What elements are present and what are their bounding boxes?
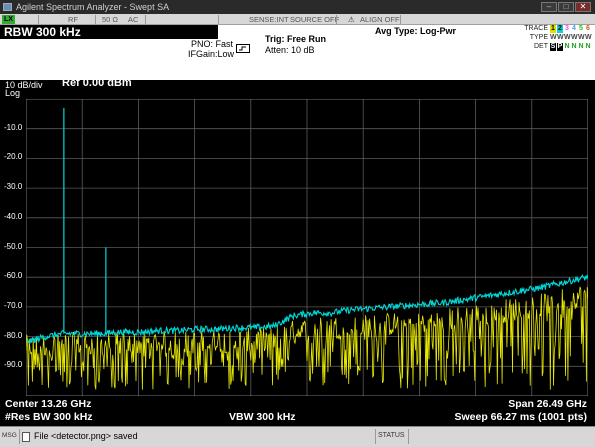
message-bar: MSG File <detector.png> saved STATUS (0, 426, 595, 447)
msg-label: MSG (2, 432, 17, 439)
source-label: SOURCE OFF (290, 15, 340, 24)
trace-type-4: W (571, 34, 578, 41)
video-bandwidth: VBW 300 kHz (229, 411, 296, 423)
trace-detector-4: N (571, 43, 577, 51)
trigger-icon (236, 40, 250, 53)
span: Span 26.49 GHz (508, 398, 587, 410)
trace-row-label: TRACE (524, 25, 548, 32)
trace-type-1: W (550, 34, 557, 41)
y-tick-label: -30.0 (4, 182, 23, 192)
res-bandwidth: #Res BW 300 kHz (5, 411, 93, 423)
y-tick-label: -70.0 (4, 300, 23, 310)
maximize-button[interactable]: □ (558, 2, 574, 12)
coupling-label: AC (128, 15, 139, 24)
trace-detector-5: N (578, 43, 584, 51)
rf-input-label: RF (68, 15, 78, 24)
minimize-button[interactable]: – (541, 2, 557, 12)
y-tick-label: -40.0 (4, 211, 23, 221)
lx-indicator: LX (2, 15, 15, 24)
y-tick-label: -20.0 (4, 152, 23, 162)
center-frequency: Center 13.26 GHz (5, 398, 92, 410)
attenuation-setting: Atten: 10 dB (265, 45, 315, 55)
y-tick-label: -50.0 (4, 241, 23, 251)
trace-type-3: W (564, 34, 571, 41)
trace-type-6: W (585, 34, 592, 41)
spectrum-plot[interactable] (25, 98, 589, 397)
status-label[interactable]: STATUS (378, 432, 405, 439)
trigger-setting: Trig: Free Run (265, 34, 327, 44)
measurement-info-bar: RBW 300 kHz PNO: Fast IFGain:Low Trig: F… (0, 25, 595, 80)
reference-level: Ref 0.00 dBm (62, 77, 132, 89)
trace-detector-6: N (585, 43, 591, 51)
window-titlebar: Agilent Spectrum Analyzer - Swept SA – □… (0, 0, 595, 14)
y-tick-label: -10.0 (4, 122, 23, 132)
status-message: File <detector.png> saved (34, 431, 138, 441)
sense-label: SENSE:INT (249, 15, 289, 24)
trace-number-4: 4 (571, 25, 577, 33)
trace-type-5: W (578, 34, 585, 41)
warning-icon: ⚠ (348, 15, 355, 24)
trace-number-2: 2 (557, 25, 563, 33)
avg-type-setting: Avg Type: Log-Pwr (375, 26, 456, 36)
type-row-label: TYPE (529, 34, 548, 41)
window-title: Agilent Spectrum Analyzer - Swept SA (16, 2, 170, 12)
trace-detector-2: P (557, 43, 563, 51)
trace-detector-1: S (550, 43, 556, 51)
impedance-label: 50 Ω (102, 15, 119, 24)
spectrum-display: 10 dB/div Log Ref 0.00 dBm -10.0 -20.0 -30… (0, 77, 595, 426)
y-tick-label: -60.0 (4, 271, 23, 281)
spectrum-chart (25, 98, 589, 397)
sweep-time: Sweep 66.27 ms (1001 pts) (454, 411, 588, 423)
y-tick-label: -80.0 (4, 330, 23, 340)
close-button[interactable]: ✕ (575, 2, 591, 12)
y-tick-label: -90.0 (4, 360, 23, 370)
ifgain-setting: IFGain:Low (188, 49, 235, 59)
trace-number-5: 5 (578, 25, 584, 33)
det-row-label: DET (534, 43, 548, 50)
trace-number-1: 1 (550, 25, 556, 33)
scale-mode: Log (5, 88, 21, 98)
file-icon (22, 432, 30, 442)
app-icon (3, 3, 12, 11)
align-label: ALIGN OFF (360, 15, 400, 24)
trace-number-3: 3 (564, 25, 570, 33)
trace-status-panel: TRACE TYPE DET 123456WWWWWWSPNNNN (522, 25, 595, 53)
active-function-title: RBW 300 kHz (0, 25, 218, 39)
pno-setting: PNO: Fast (191, 39, 234, 49)
trace-type-2: W (557, 34, 564, 41)
instrument-status-row: LX RF 50 Ω AC SENSE:INT SOURCE OFF ⚠ ALI… (0, 14, 595, 25)
trace-detector-3: N (564, 43, 570, 51)
trace-number-6: 6 (585, 25, 591, 33)
